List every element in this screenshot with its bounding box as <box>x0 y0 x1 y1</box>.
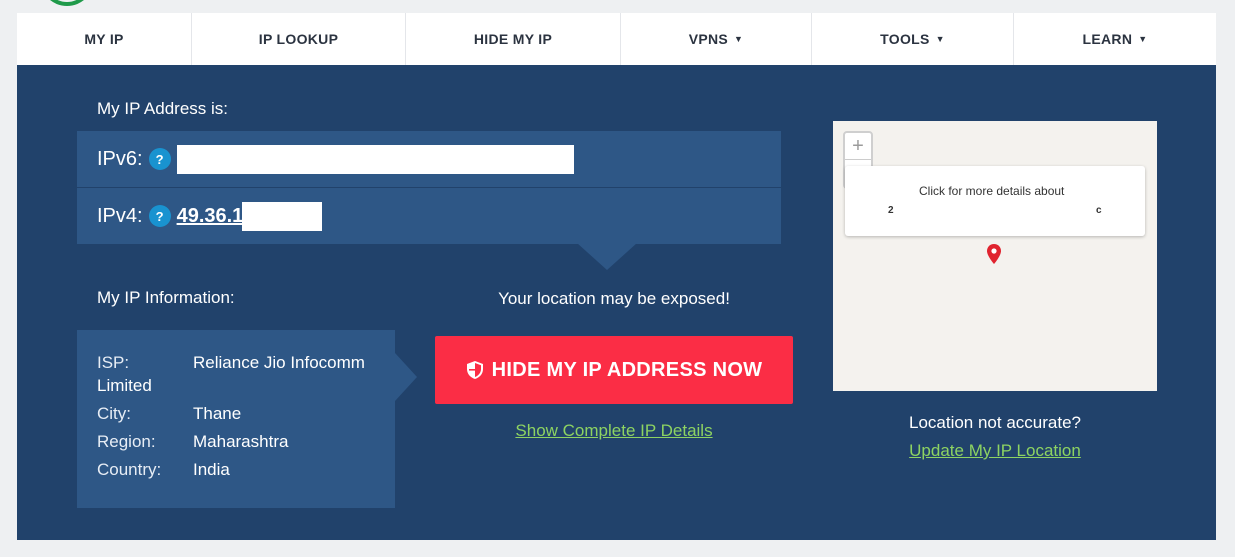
map-popup[interactable]: Click for more details about 2 c <box>845 166 1145 236</box>
ipv4-value[interactable]: 49.36.1 <box>177 205 244 228</box>
nav-tools[interactable]: TOOLS ▼ <box>812 13 1014 65</box>
isp-value: Reliance Jio Infocomm <box>193 353 365 372</box>
help-icon[interactable]: ? <box>148 148 171 170</box>
details-link-wrap: Show Complete IP Details <box>435 421 793 441</box>
region-value: Maharashtra <box>193 432 289 451</box>
logo[interactable] <box>40 0 94 6</box>
ipv4-row: IPv4: ? 49.36.1 <box>77 188 781 244</box>
caret-down-icon: ▼ <box>734 34 744 44</box>
city-row: City: Thane <box>97 400 395 428</box>
country-label: Country: <box>97 460 162 479</box>
update-location-link-wrap: Update My IP Location <box>833 441 1157 461</box>
map-pin-icon[interactable] <box>987 244 1001 264</box>
location-map[interactable]: + − Click for more details about 2 c <box>833 121 1157 391</box>
ip-panel: My IP Address is: IPv6: ? IPv4: ? 49.36.… <box>17 65 1216 540</box>
ip-address-heading: My IP Address is: <box>97 99 229 118</box>
exposure-warning: Your location may be exposed! <box>498 289 730 308</box>
top-nav: MY IP IP LOOKUP HIDE MY IP VPNS ▼ TOOLS ▼ … <box>17 13 1216 65</box>
ipv4-value-redacted <box>242 201 323 231</box>
zoom-in-icon[interactable]: + <box>845 133 871 160</box>
city-value: Thane <box>193 404 242 423</box>
map-popup-right-fragment: c <box>1096 205 1102 216</box>
callout-notch <box>577 243 637 270</box>
region-row: Region: Maharashtra <box>97 428 395 456</box>
region-label: Region: <box>97 432 156 451</box>
caret-down-icon: ▼ <box>935 34 945 44</box>
hide-my-ip-button-label: HIDE MY IP ADDRESS NOW <box>491 358 763 381</box>
update-location-link[interactable]: Update My IP Location <box>909 441 1081 460</box>
country-row: Country: India <box>97 456 395 484</box>
nav-hide-my-ip[interactable]: HIDE MY IP <box>406 13 621 65</box>
country-value: India <box>193 460 230 479</box>
caret-down-icon: ▼ <box>1138 34 1148 44</box>
ip-info-box: ISP: Reliance Jio Infocomm Limited City:… <box>77 330 395 508</box>
city-label: City: <box>97 404 131 423</box>
location-question: Location not accurate? <box>908 413 1081 432</box>
map-popup-left-fragment: 2 <box>888 205 894 216</box>
hide-my-ip-button[interactable]: HIDE MY IP ADDRESS NOW <box>435 336 793 404</box>
nav-ip-lookup[interactable]: IP LOOKUP <box>192 13 406 65</box>
ipv6-label: IPv6: <box>97 147 143 170</box>
help-icon[interactable]: ? <box>148 205 171 227</box>
shield-icon <box>466 361 483 379</box>
ip-info-heading: My IP Information: <box>97 288 235 307</box>
info-box-arrow <box>395 353 417 401</box>
show-ip-details-link[interactable]: Show Complete IP Details <box>515 421 712 440</box>
map-popup-text: Click for more details about <box>919 184 1065 198</box>
nav-vpns[interactable]: VPNS ▼ <box>621 13 812 65</box>
ipv4-label: IPv4: <box>97 204 143 227</box>
nav-learn[interactable]: LEARN ▼ <box>1014 13 1216 65</box>
ipv6-value-redacted <box>176 144 574 174</box>
nav-my-ip[interactable]: MY IP <box>17 13 192 65</box>
ipv6-row: IPv6: ? <box>77 131 781 187</box>
